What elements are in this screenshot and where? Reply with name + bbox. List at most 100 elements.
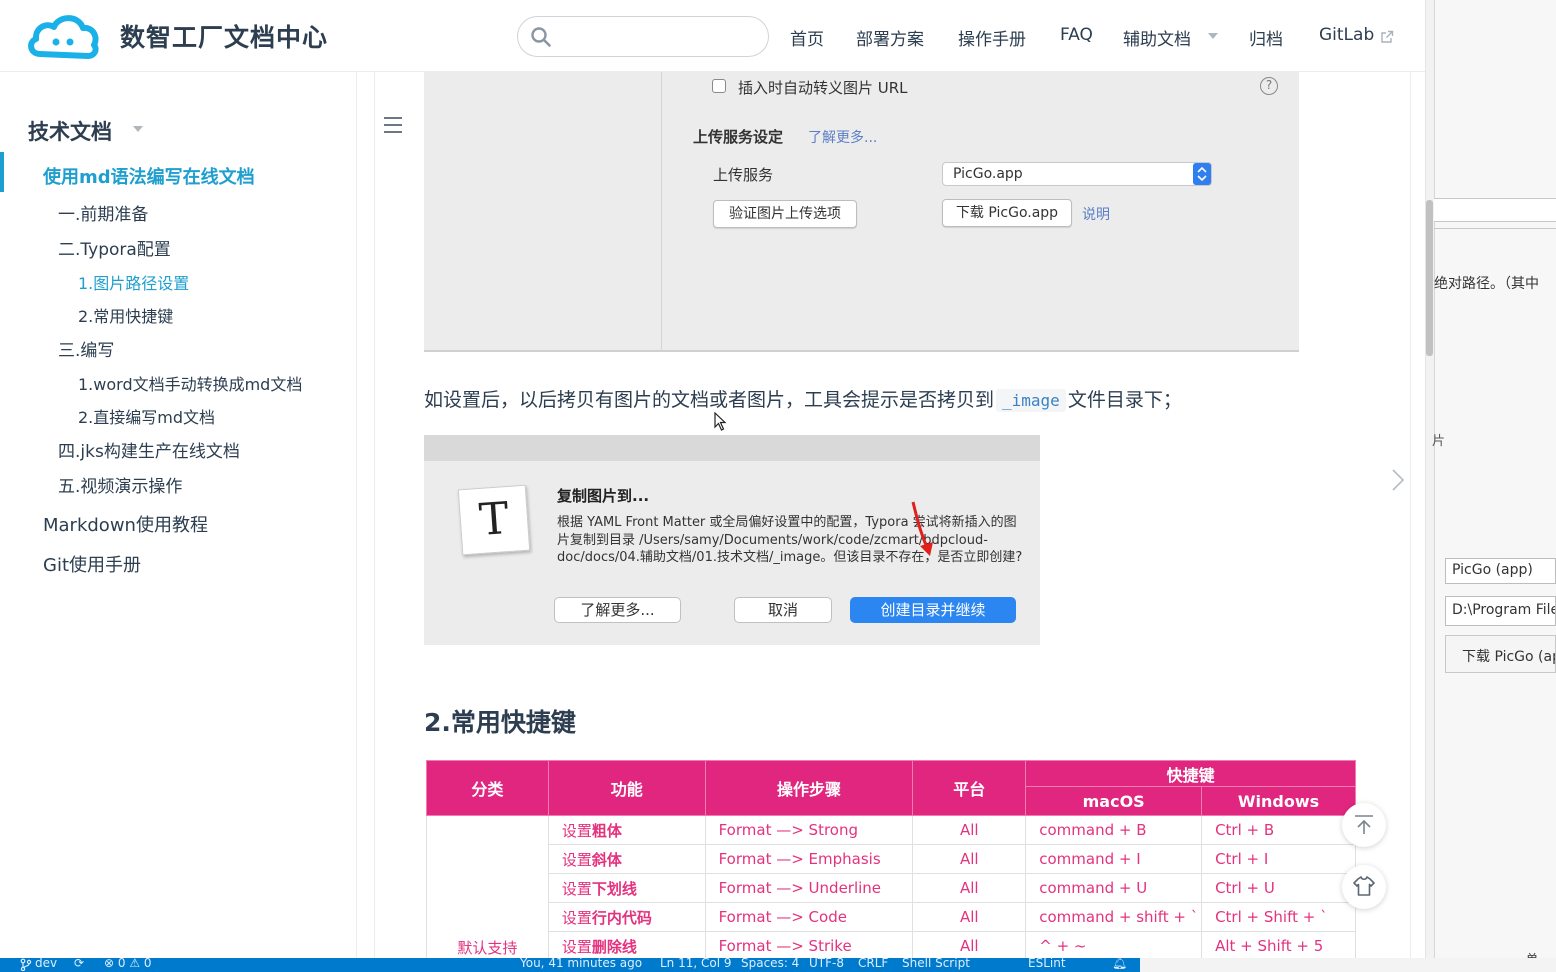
dialog-learn-more-button: 了解更多... xyxy=(554,597,681,623)
bell-icon[interactable]: 🔔︎ xyxy=(1112,956,1127,970)
dialog-title: 复制图片到... xyxy=(557,487,650,505)
red-arrow-icon xyxy=(911,501,933,556)
win-cell: Alt + Shift + 5 xyxy=(1201,931,1356,961)
status-encoding[interactable]: UTF-8 xyxy=(809,956,844,970)
sidebar-item-git[interactable]: Git使用手册 xyxy=(43,551,141,577)
statusbar-background xyxy=(1140,958,1556,972)
sidebar-item[interactable]: 2.常用快捷键 xyxy=(78,303,173,327)
status-branch[interactable]: dev xyxy=(35,956,57,970)
cloud-logo-icon[interactable] xyxy=(26,12,100,60)
sidebar-section-title[interactable]: 技术文档 xyxy=(28,116,112,146)
verify-upload-button: 验证图片上传选项 xyxy=(713,200,857,228)
dialog-cancel-button: 取消 xyxy=(734,597,832,623)
paragraph-text: 如设置后，以后拷贝有图片的文档或者图片，工具会提示是否拷贝到 xyxy=(424,389,995,411)
status-language[interactable]: Shell Script xyxy=(902,956,970,970)
table-row: 设置斜体 Format —> Emphasis All command + I … xyxy=(427,844,1356,874)
table-row: 设置下划线 Format —> Underline All command + … xyxy=(427,873,1356,903)
nav-deploy[interactable]: 部署方案 xyxy=(856,25,924,50)
background-select: PicGo (app) xyxy=(1445,558,1556,584)
function-prefix: 设置 xyxy=(561,908,592,927)
learn-more-link: 了解更多... xyxy=(808,130,878,146)
nav-archive[interactable]: 归档 xyxy=(1249,25,1283,50)
sidebar-item[interactable]: 五.视频演示操作 xyxy=(58,472,182,497)
col-header-steps: 操作步骤 xyxy=(704,760,914,816)
sidebar-item[interactable]: 2.直接编写md文档 xyxy=(78,404,215,428)
shortcut-table: 分类 功能 操作步骤 平台 快捷键 macOS Windows 默认支持 设置粗… xyxy=(426,760,1356,961)
section-heading: 2.常用快捷键 xyxy=(424,708,576,737)
upload-settings-label: 上传服务设定 xyxy=(693,128,784,146)
sidebar-item[interactable]: 四.jks构建生产在线文档 xyxy=(58,437,240,462)
back-to-top-button[interactable] xyxy=(1342,803,1386,847)
function-prefix: 设置 xyxy=(561,937,592,956)
nav-aux-docs[interactable]: 辅助文档 xyxy=(1123,25,1191,50)
paragraph-text-end: 文件目录下； xyxy=(1067,389,1182,411)
function-cell: 设置粗体 xyxy=(547,815,706,845)
inline-code: _image xyxy=(996,389,1066,412)
function-prefix: 设置 xyxy=(561,850,592,869)
table-row: 设置行内代码 Format —> Code All command + shif… xyxy=(427,902,1356,932)
checkbox-label: 插入时自动转义图片 URL xyxy=(738,79,908,97)
shirt-icon xyxy=(1353,876,1375,896)
category-cell: 默认支持 xyxy=(426,815,549,961)
site-title[interactable]: 数智工厂文档中心 xyxy=(120,18,328,54)
checkbox xyxy=(712,79,726,93)
help-icon: ? xyxy=(1260,77,1278,95)
status-eol[interactable]: CRLF xyxy=(858,956,888,970)
sidebar-item[interactable]: 三.编写 xyxy=(58,336,114,361)
nav-gitlab[interactable]: GitLab xyxy=(1319,25,1374,45)
dialog-message: 根据 YAML Front Matter 或全局偏好设置中的配置，Typora … xyxy=(557,515,1023,565)
sidebar-item-markdown[interactable]: Markdown使用教程 xyxy=(43,511,208,537)
mac-cell: command + B xyxy=(1025,815,1203,845)
status-spaces[interactable]: Spaces: 4 xyxy=(741,956,799,970)
chevron-down-icon[interactable] xyxy=(1208,33,1218,39)
divider xyxy=(1434,228,1556,229)
mac-cell: command + U xyxy=(1025,873,1203,903)
scrollbar-thumb[interactable] xyxy=(1426,200,1433,356)
nav-home[interactable]: 首页 xyxy=(790,25,824,50)
theme-button[interactable] xyxy=(1342,865,1386,909)
sidebar-item-current[interactable]: 1.图片路径设置 xyxy=(78,270,189,294)
arrow-up-icon xyxy=(1355,815,1373,834)
upload-service-select: PicGo.app xyxy=(942,162,1212,186)
platform-cell: All xyxy=(912,844,1027,874)
select-arrows-icon xyxy=(1193,163,1211,185)
col-header-windows: Windows xyxy=(1201,786,1356,816)
function-cell: 设置行内代码 xyxy=(547,902,706,932)
win-cell: Ctrl + I xyxy=(1201,844,1356,874)
sidebar-item-active[interactable]: 使用md语法编写在线文档 xyxy=(43,163,255,189)
function-cell: 设置下划线 xyxy=(547,873,706,903)
external-link-icon xyxy=(1381,30,1394,43)
nav-faq[interactable]: FAQ xyxy=(1060,25,1093,45)
mac-cell: command + I xyxy=(1025,844,1203,874)
scrollbar-track[interactable] xyxy=(1425,0,1434,958)
background-field xyxy=(1434,198,1556,222)
steps-cell: Format —> Strong xyxy=(704,815,914,845)
table-row: 默认支持 设置粗体 Format —> Strong All command +… xyxy=(426,815,1356,961)
mouse-cursor-icon xyxy=(714,412,727,431)
menu-icon[interactable] xyxy=(383,116,403,134)
status-eslint[interactable]: ESLint xyxy=(1028,956,1066,970)
chevron-down-icon[interactable] xyxy=(133,126,143,132)
status-problems[interactable]: ⊗ 0 ⚠ 0 xyxy=(104,956,152,970)
nav-manual[interactable]: 操作手册 xyxy=(958,25,1026,50)
function-name: 删除线 xyxy=(591,937,637,956)
col-header-function: 功能 xyxy=(547,760,706,816)
dialog-create-button: 创建目录并继续 xyxy=(850,597,1016,623)
background-text: 片 xyxy=(1432,434,1446,449)
status-blame[interactable]: You, 41 minutes ago xyxy=(520,956,642,970)
function-cell: 设置斜体 xyxy=(547,844,706,874)
sync-icon[interactable]: ⟳ xyxy=(74,956,84,970)
sidebar-item[interactable]: 1.word文档手动转换成md文档 xyxy=(78,371,302,395)
active-indicator xyxy=(0,152,4,192)
sidebar-item[interactable]: 一.前期准备 xyxy=(58,200,148,225)
sidebar-item[interactable]: 二.Typora配置 xyxy=(58,235,171,260)
steps-cell: Format —> Code xyxy=(704,902,914,932)
function-prefix: 设置 xyxy=(561,821,592,840)
col-header-category: 分类 xyxy=(426,760,549,816)
git-branch-icon xyxy=(20,958,32,971)
chevron-right-icon[interactable] xyxy=(1390,468,1406,492)
download-picgo-button: 下载 PicGo.app xyxy=(942,199,1072,227)
search-input[interactable] xyxy=(560,24,760,50)
status-position[interactable]: Ln 11, Col 9 xyxy=(660,956,732,970)
function-name: 粗体 xyxy=(591,821,622,840)
